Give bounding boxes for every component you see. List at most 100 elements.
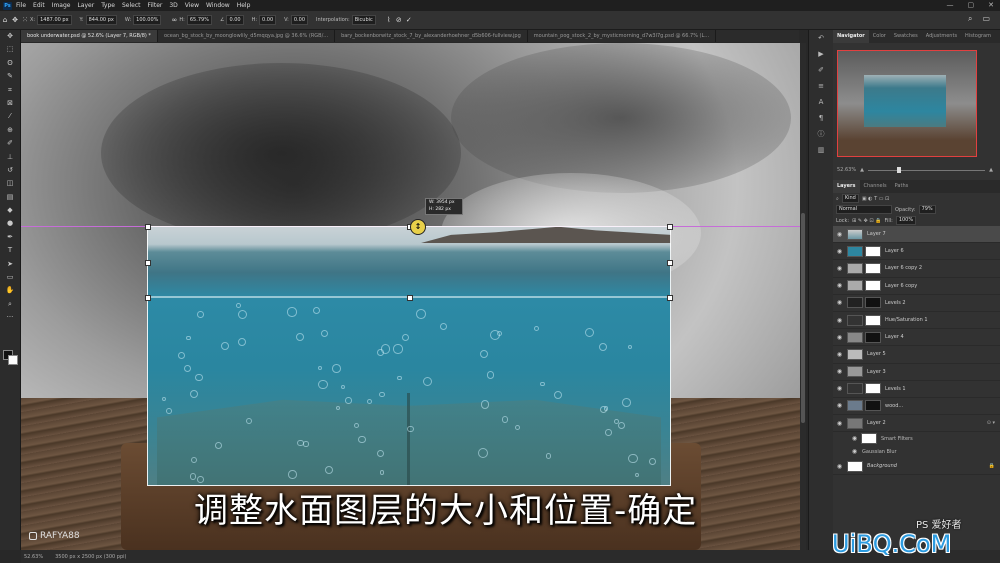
transform-handle[interactable] [667, 260, 673, 266]
zoom-tool-icon[interactable]: ⌕ [0, 298, 20, 311]
eye-icon[interactable]: ◉ [836, 351, 843, 358]
eye-icon[interactable]: ◉ [851, 435, 858, 442]
canvas-scrollbar[interactable] [800, 43, 806, 550]
eye-icon[interactable]: ◉ [836, 420, 843, 427]
eye-icon[interactable]: ◉ [836, 282, 843, 289]
tab-ocean-bg[interactable]: ocean_bg_stock_by_moonglowlily_d5mqqya.j… [157, 30, 336, 42]
eye-icon[interactable]: ◉ [836, 299, 843, 306]
zoom-in-icon[interactable]: ▲ [989, 167, 993, 173]
eye-icon[interactable]: ◉ [836, 368, 843, 375]
layer-row[interactable]: ◉ Layer 3 [833, 364, 1000, 381]
layer-row[interactable]: ◉ Layer 6 [833, 243, 1000, 261]
character-icon[interactable]: A [809, 94, 833, 110]
transform-handle[interactable] [407, 295, 413, 301]
navigator-zoom-slider[interactable] [867, 166, 986, 173]
layer-row[interactable]: ◉ Layer 4 [833, 329, 1000, 347]
lasso-tool-icon[interactable]: ʘ [0, 57, 20, 70]
paragraph-icon[interactable]: ¶ [809, 110, 833, 126]
crop-tool-icon[interactable]: ⌗ [0, 84, 20, 97]
eye-icon[interactable]: ◉ [836, 265, 843, 272]
filter-icons[interactable]: ▣ ◐ T ▭ ⊡ [862, 196, 889, 202]
eye-icon[interactable]: ◉ [836, 317, 843, 324]
menu-3d[interactable]: 3D [169, 2, 177, 9]
menu-type[interactable]: Type [101, 2, 115, 9]
path-select-icon[interactable]: ➤ [0, 258, 20, 271]
hand-tool-icon[interactable]: ✋ [0, 284, 20, 297]
transform-handle[interactable] [145, 260, 151, 266]
minimize-icon[interactable]: — [947, 1, 954, 9]
layer-row[interactable]: ◉ Hue/Saturation 1 [833, 312, 1000, 330]
history-icon[interactable]: ↶ [809, 30, 833, 46]
home-icon[interactable]: ⌂ [0, 16, 10, 24]
transform-handle[interactable] [667, 295, 673, 301]
brush-settings-icon[interactable]: ✐ [809, 62, 833, 78]
tab-layers[interactable]: Layers [833, 180, 860, 193]
cancel-transform-icon[interactable]: ⊘ [394, 16, 404, 24]
transform-handle[interactable] [667, 224, 673, 230]
link-icon[interactable]: ∞ [169, 16, 179, 24]
y-input[interactable]: 844.00 px [85, 15, 117, 25]
workspace-icon[interactable]: ▭ [982, 14, 990, 24]
layer-row[interactable]: ◉ Background 🔒 [833, 458, 1000, 476]
slider-knob[interactable] [897, 166, 902, 173]
info-icon[interactable]: ⓘ [809, 126, 833, 142]
menu-help[interactable]: Help [237, 2, 251, 9]
frame-tool-icon[interactable]: ⊠ [0, 97, 20, 110]
smart-object-icon[interactable]: ⊙ ▾ [987, 420, 995, 426]
layer-row[interactable]: ◉ wood... [833, 398, 1000, 416]
scrollbar-thumb[interactable] [801, 213, 805, 423]
search-icon[interactable]: ⌕ [968, 14, 972, 24]
eyedropper-tool-icon[interactable]: ⁄ [0, 110, 20, 123]
commit-transform-icon[interactable]: ✓ [404, 16, 414, 24]
tab-channels[interactable]: Channels [860, 180, 891, 193]
layer-row[interactable]: ◉ Layer 2 ⊙ ▾ [833, 415, 1000, 433]
tab-navigator[interactable]: Navigator [833, 30, 869, 43]
quick-select-tool-icon[interactable]: ✎ [0, 70, 20, 83]
tab-color[interactable]: Color [869, 30, 890, 43]
interpolation-select[interactable]: Bicubic [351, 15, 376, 25]
tab-paths[interactable]: Paths [891, 180, 913, 193]
menu-image[interactable]: Image [52, 2, 71, 9]
lock-icons[interactable]: ⊞ ✎ ✥ ⊡ 🔒 [852, 218, 881, 224]
menu-select[interactable]: Select [122, 2, 141, 9]
kind-filter-select[interactable]: Kind [841, 194, 859, 203]
opacity-input[interactable]: 79% [918, 205, 936, 214]
layer-row[interactable]: ◉ Layer 6 copy 2 [833, 260, 1000, 278]
layer-row[interactable]: ◉ Layer 7 [833, 226, 1000, 244]
w-input[interactable]: 100.00% [133, 15, 162, 25]
brush-tool-icon[interactable]: ✐ [0, 137, 20, 150]
navigator-preview[interactable] [837, 50, 977, 157]
menu-filter[interactable]: Filter [148, 2, 163, 9]
eye-icon[interactable]: ◉ [836, 463, 843, 470]
transform-handle[interactable] [145, 295, 151, 301]
menu-file[interactable]: File [16, 2, 26, 9]
libraries-icon[interactable]: ▥ [809, 142, 833, 158]
marquee-tool-icon[interactable]: ⬚ [0, 43, 20, 56]
transform-bounding-box[interactable] [145, 224, 673, 486]
play-icon[interactable]: ▶ [809, 46, 833, 62]
smart-filters-row[interactable]: ◉ Smart Filters [833, 432, 1000, 445]
menu-layer[interactable]: Layer [77, 2, 94, 9]
shape-tool-icon[interactable]: ▭ [0, 271, 20, 284]
eye-icon[interactable]: ◉ [836, 248, 843, 255]
close-icon[interactable]: ✕ [988, 1, 994, 9]
layer-row[interactable]: ◉ Levels 2 [833, 295, 1000, 312]
move-tool-icon[interactable]: ✥ [0, 30, 20, 43]
type-tool-icon[interactable]: T [0, 244, 20, 257]
tab-mountain[interactable]: mountain_pog_stock_2_by_mysticmorning_d7… [527, 30, 717, 42]
tab-bary-stock[interactable]: bary_bockenborwitz_stock_7_by_alexanderh… [335, 30, 528, 42]
blur-tool-icon[interactable]: ◆ [0, 204, 20, 217]
layer-row[interactable]: ◉ Layer 5 [833, 346, 1000, 364]
tab-book-underwater[interactable]: book underwater.psd @ 52.6% (Layer 7, RG… [21, 30, 158, 42]
reference-point-icon[interactable]: ⁙ [20, 16, 30, 24]
tab-histogram[interactable]: Histogram [961, 30, 995, 43]
layer-row[interactable]: ◉ Levels 1 [833, 381, 1000, 398]
eye-icon[interactable]: ◉ [836, 402, 843, 409]
tab-adjustments[interactable]: Adjustments [922, 30, 961, 43]
zoom-out-icon[interactable]: ▲ [860, 167, 864, 173]
move-tool-icon[interactable]: ✥ [10, 16, 20, 24]
eye-icon[interactable]: ◉ [836, 334, 843, 341]
more-tools-icon[interactable]: ··· [0, 311, 20, 324]
hskew-input[interactable]: 0.00 [259, 15, 277, 25]
gradient-tool-icon[interactable]: ▤ [0, 191, 20, 204]
